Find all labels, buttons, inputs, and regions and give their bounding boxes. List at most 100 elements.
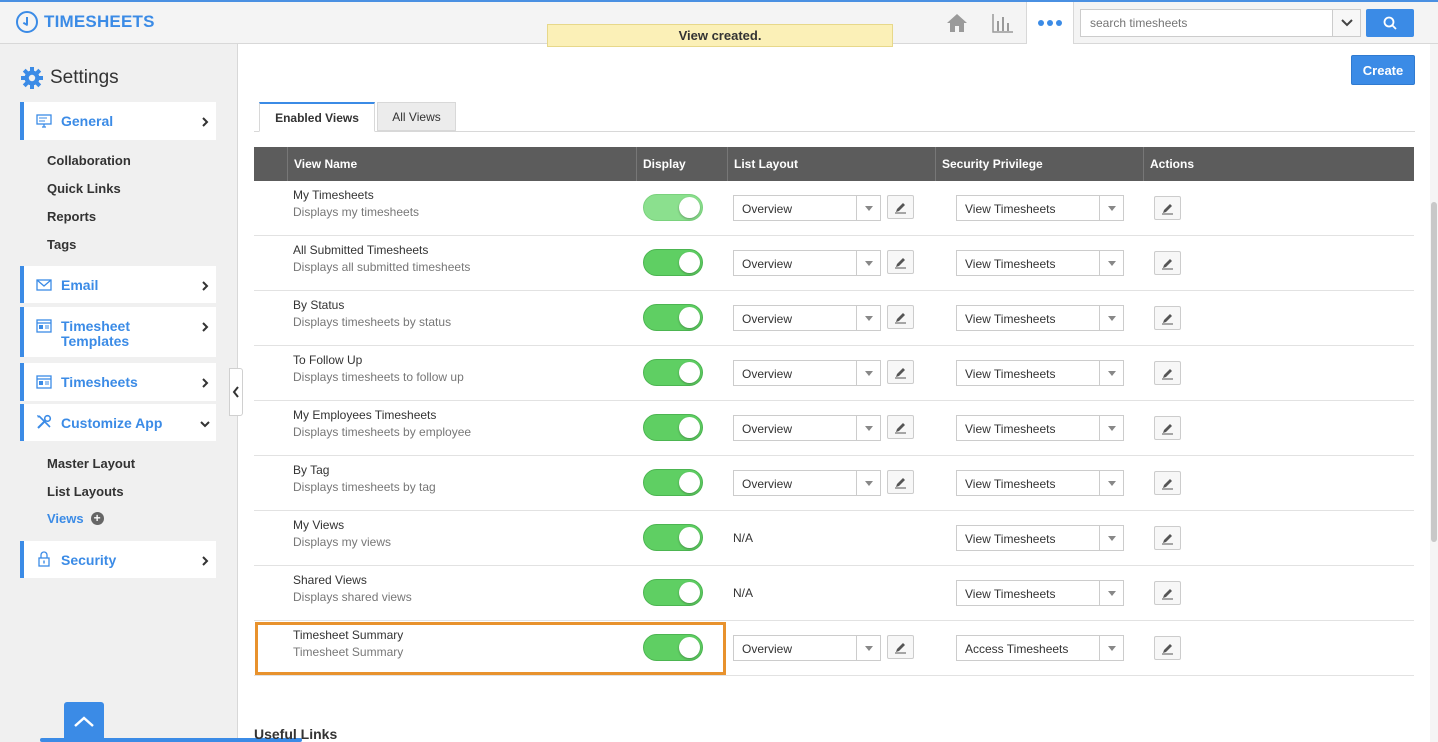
- edit-view-button[interactable]: [1154, 306, 1181, 330]
- list-layout-select[interactable]: Overview: [733, 635, 881, 661]
- sidebar-item-timesheet-templates[interactable]: Timesheet Templates: [20, 307, 216, 357]
- table-row: By Status Displays timesheets by status …: [254, 291, 1414, 346]
- app-logo[interactable]: TIMESHEETS: [16, 11, 155, 33]
- sidebar-subitem-label: Views: [47, 511, 84, 526]
- sidebar-subitem-collaboration[interactable]: Collaboration: [47, 153, 131, 168]
- list-layout-select[interactable]: Overview: [733, 195, 881, 221]
- list-layout-select[interactable]: Overview: [733, 305, 881, 331]
- security-privilege-select[interactable]: View Timesheets: [956, 360, 1124, 386]
- list-layout-value: Overview: [742, 422, 793, 436]
- tools-icon: [37, 414, 52, 429]
- display-toggle[interactable]: [643, 194, 703, 221]
- caret-down-icon: [856, 361, 880, 385]
- tab-enabled-views[interactable]: Enabled Views: [259, 102, 375, 132]
- tab-all-views[interactable]: All Views: [377, 102, 456, 131]
- sidebar-subitem-tags[interactable]: Tags: [47, 237, 76, 252]
- search-icon: [1383, 16, 1397, 30]
- clock-icon: [16, 11, 38, 33]
- tabs-divider: [254, 131, 1415, 132]
- sidebar-subitem-quick-links[interactable]: Quick Links: [47, 181, 121, 196]
- more-dots-icon[interactable]: [1026, 2, 1074, 44]
- display-toggle[interactable]: [643, 524, 703, 551]
- edit-layout-button[interactable]: [887, 305, 914, 329]
- sidebar-subitem-reports[interactable]: Reports: [47, 209, 96, 224]
- edit-view-button[interactable]: [1154, 196, 1181, 220]
- sidebar-subitem-list-layouts[interactable]: List Layouts: [47, 484, 124, 499]
- sidebar-item-label: Timesheets: [61, 374, 138, 390]
- caret-down-icon: [1099, 416, 1123, 440]
- caret-down-icon: [856, 471, 880, 495]
- create-button[interactable]: Create: [1351, 55, 1415, 85]
- security-privilege-select[interactable]: View Timesheets: [956, 580, 1124, 606]
- sidebar-item-general[interactable]: General: [20, 102, 216, 140]
- scrollbar-thumb[interactable]: [1431, 202, 1437, 542]
- column-header-view-name: View Name: [287, 147, 636, 181]
- sidebar-item-security[interactable]: Security: [20, 541, 216, 578]
- list-layout-select[interactable]: Overview: [733, 250, 881, 276]
- chevron-up-icon: [74, 716, 94, 727]
- security-privilege-select[interactable]: View Timesheets: [956, 195, 1124, 221]
- edit-layout-button[interactable]: [887, 635, 914, 659]
- sidebar-item-email[interactable]: Email: [20, 266, 216, 303]
- display-toggle[interactable]: [643, 414, 703, 441]
- sidebar-collapse-button[interactable]: [229, 368, 243, 416]
- sidebar-item-label: Timesheet Templates: [61, 318, 130, 349]
- caret-down-icon: [1099, 251, 1123, 275]
- sidebar-item-label: Email: [61, 277, 99, 293]
- security-privilege-select[interactable]: View Timesheets: [956, 470, 1124, 496]
- security-privilege-value: Access Timesheets: [965, 642, 1069, 656]
- add-view-icon[interactable]: +: [90, 512, 104, 525]
- pencil-icon: [1162, 533, 1173, 544]
- sidebar-subitem-views[interactable]: Views +: [47, 511, 104, 526]
- table-row: Timesheet Summary Timesheet Summary Over…: [254, 621, 1414, 676]
- edit-view-button[interactable]: [1154, 251, 1181, 275]
- sidebar-subitem-master-layout[interactable]: Master Layout: [47, 456, 135, 471]
- edit-layout-button[interactable]: [887, 195, 914, 219]
- display-toggle[interactable]: [643, 634, 703, 661]
- display-toggle[interactable]: [643, 304, 703, 331]
- list-layout-select[interactable]: Overview: [733, 470, 881, 496]
- edit-view-button[interactable]: [1154, 361, 1181, 385]
- search-dropdown-chevron-icon[interactable]: [1332, 10, 1360, 36]
- bar-chart-icon[interactable]: [980, 2, 1026, 44]
- security-privilege-value: View Timesheets: [965, 422, 1056, 436]
- scroll-to-top-button[interactable]: [64, 702, 104, 742]
- security-privilege-select[interactable]: Access Timesheets: [956, 635, 1124, 661]
- list-layout-select[interactable]: Overview: [733, 360, 881, 386]
- security-privilege-select[interactable]: View Timesheets: [956, 415, 1124, 441]
- edit-layout-button[interactable]: [887, 250, 914, 274]
- gear-icon: [21, 67, 43, 89]
- search-input[interactable]: [1081, 10, 1331, 36]
- list-layout-select[interactable]: Overview: [733, 415, 881, 441]
- views-table-header: View Name Display List Layout Security P…: [254, 147, 1414, 181]
- sidebar-item-customize-app[interactable]: Customize App: [20, 404, 216, 441]
- chevron-down-icon: [200, 421, 210, 428]
- edit-layout-button[interactable]: [887, 470, 914, 494]
- display-toggle[interactable]: [643, 249, 703, 276]
- display-toggle[interactable]: [643, 469, 703, 496]
- edit-layout-button[interactable]: [887, 360, 914, 384]
- display-toggle[interactable]: [643, 359, 703, 386]
- security-privilege-select[interactable]: View Timesheets: [956, 305, 1124, 331]
- security-privilege-select[interactable]: View Timesheets: [956, 250, 1124, 276]
- table-row: All Submitted Timesheets Displays all su…: [254, 236, 1414, 291]
- edit-view-button[interactable]: [1154, 526, 1181, 550]
- edit-view-button[interactable]: [1154, 471, 1181, 495]
- sidebar-item-timesheets[interactable]: Timesheets: [20, 363, 216, 401]
- search-button[interactable]: [1366, 9, 1414, 37]
- security-privilege-select[interactable]: View Timesheets: [956, 525, 1124, 551]
- edit-view-button[interactable]: [1154, 416, 1181, 440]
- edit-layout-button[interactable]: [887, 415, 914, 439]
- display-toggle[interactable]: [643, 579, 703, 606]
- edit-view-button[interactable]: [1154, 636, 1181, 660]
- home-icon[interactable]: [934, 2, 980, 44]
- settings-title: Settings: [50, 67, 119, 88]
- table-row: My Employees Timesheets Displays timeshe…: [254, 401, 1414, 456]
- view-description: Displays timesheets by status: [293, 315, 452, 329]
- envelope-icon: [36, 279, 52, 291]
- column-header-actions: Actions: [1143, 147, 1414, 181]
- edit-view-button[interactable]: [1154, 581, 1181, 605]
- security-privilege-value: View Timesheets: [965, 532, 1056, 546]
- top-icon-group: [934, 2, 1074, 44]
- caret-down-icon: [1099, 361, 1123, 385]
